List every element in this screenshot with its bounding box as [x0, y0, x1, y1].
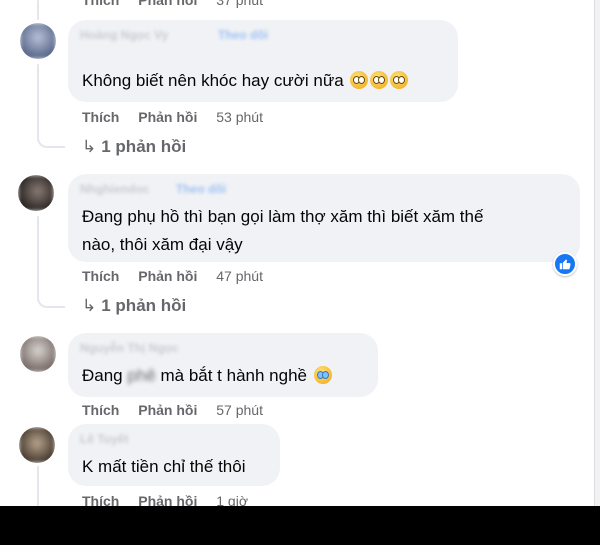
comment-bubble: Nhghiendoc Theo dõi Đang phụ hồ thì bạn …	[68, 174, 580, 262]
crying-face-icon	[390, 71, 409, 89]
comment-text: Đang phụ hồ thì bạn gọi làm thợ xăm thì …	[82, 207, 484, 226]
like-button[interactable]: Thích	[82, 268, 119, 284]
comment-actions: Thích Phản hồi 57 phút	[82, 402, 278, 418]
comment-author[interactable]: Hoàng Ngọc Vy	[80, 28, 168, 42]
view-replies-link[interactable]: ↳ 1 phản hồi	[82, 296, 186, 316]
like-button[interactable]: Thích	[82, 0, 119, 8]
timestamp[interactable]: 37 phút	[216, 0, 263, 8]
comment-author[interactable]: Lê Tuyết	[80, 432, 128, 446]
thread-connector	[37, 282, 65, 308]
thread-line	[37, 0, 39, 20]
follow-link[interactable]: Theo dõi	[176, 182, 226, 196]
comment-bubble: Lê Tuyết K mất tiền chỉ thế thôi	[68, 424, 280, 486]
comment-actions: Thích Phản hồi 53 phút	[82, 109, 278, 125]
comment-actions: Thích Phản hồi 37 phút	[82, 0, 278, 8]
follow-link[interactable]: Theo dõi	[218, 28, 268, 42]
reply-button[interactable]: Phản hồi	[138, 0, 197, 8]
comment-author[interactable]: Nhghiendoc	[80, 182, 149, 196]
thread-line	[37, 466, 39, 506]
crying-face-icon	[350, 71, 369, 89]
bottom-black-bar	[0, 506, 600, 545]
reply-arrow-icon: ↳	[82, 296, 97, 315]
thread-line	[37, 64, 39, 130]
comment-text: nào, thôi xăm đại vậy	[82, 235, 243, 254]
avatar[interactable]	[18, 175, 54, 211]
thread-connector	[37, 122, 65, 148]
reply-arrow-icon: ↳	[82, 137, 97, 156]
avatar[interactable]	[20, 23, 56, 59]
reply-button[interactable]: Phản hồi	[138, 268, 197, 284]
like-thumb-icon[interactable]	[553, 252, 577, 276]
like-button[interactable]: Thích	[82, 109, 119, 125]
reply-button[interactable]: Phản hồi	[138, 402, 197, 418]
thread-line	[37, 216, 39, 290]
reply-button[interactable]: Phản hồi	[138, 109, 197, 125]
comment-actions: Thích Phản hồi 47 phút	[82, 268, 278, 284]
view-replies-link[interactable]: ↳ 1 phản hồi	[82, 137, 186, 157]
avatar[interactable]	[19, 427, 55, 463]
frame-edge	[594, 0, 600, 545]
like-button[interactable]: Thích	[82, 402, 119, 418]
crying-face-icon	[313, 366, 332, 384]
avatar[interactable]	[20, 336, 56, 372]
timestamp[interactable]: 53 phút	[216, 109, 263, 125]
comment-text: Đang phê mà bắt t hành nghề	[82, 361, 332, 390]
timestamp[interactable]: 57 phút	[216, 402, 263, 418]
comment-text: K mất tiền chỉ thế thôi	[82, 457, 246, 476]
comment-author[interactable]: Nguyễn Thị Ngọc	[80, 341, 179, 355]
comment-bubble: Hoàng Ngọc Vy Theo dõi Không biết nên kh…	[68, 20, 458, 102]
comment-text: Không biết nên khóc hay cười nữa	[82, 66, 409, 95]
comment-bubble: Nguyễn Thị Ngọc Đang phê mà bắt t hành n…	[68, 333, 378, 397]
crying-face-icon	[370, 71, 389, 89]
timestamp[interactable]: 47 phút	[216, 268, 263, 284]
